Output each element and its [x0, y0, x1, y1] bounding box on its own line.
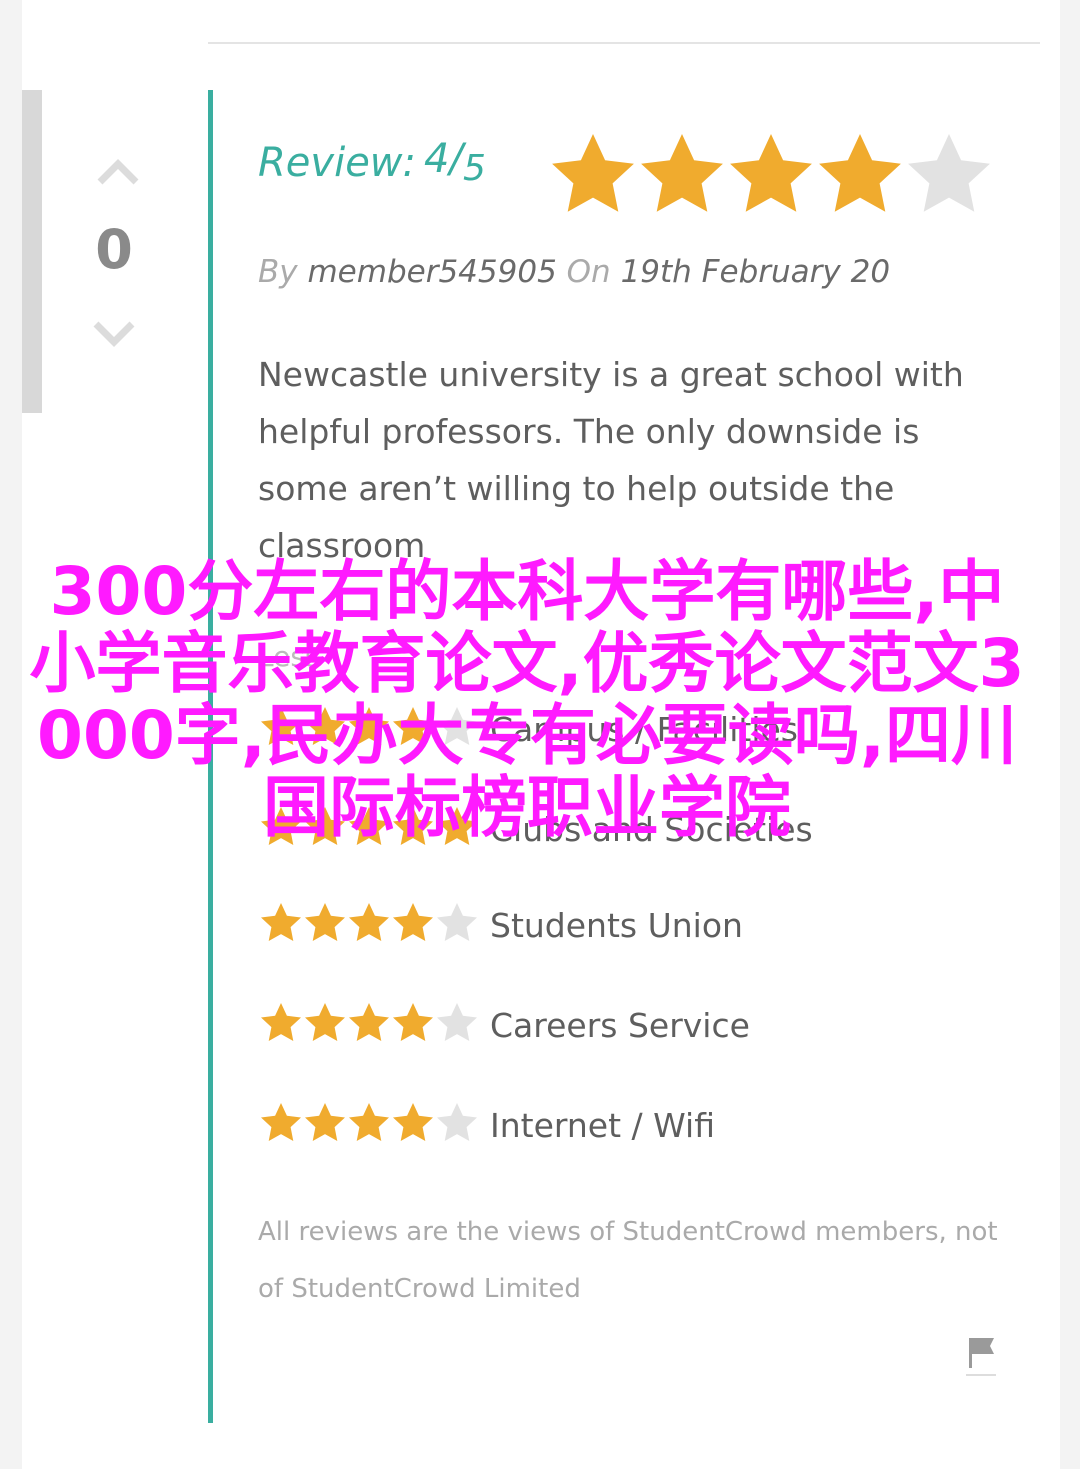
review-date: 19th February 20 — [620, 254, 891, 290]
review-label: Review: — [258, 140, 416, 186]
divider — [208, 42, 1040, 44]
star-empty-icon — [437, 1003, 477, 1041]
rating-row: Internet / Wifi — [258, 1102, 1018, 1146]
review-byline: By member545905 On 19th February 20 — [258, 254, 890, 290]
rating-stars — [261, 1003, 477, 1041]
vote-count: 0 — [95, 218, 133, 281]
star-filled-icon — [552, 134, 634, 212]
star-empty-icon — [908, 134, 990, 212]
star-filled-icon — [730, 134, 812, 212]
star-filled-icon — [641, 134, 723, 212]
star-filled-icon — [305, 903, 345, 941]
star-filled-icon — [393, 1003, 433, 1041]
rating-row: Students Union — [258, 902, 1018, 946]
overall-star-rating — [552, 134, 990, 212]
rating-row: Careers Service — [258, 1002, 1018, 1046]
star-filled-icon — [349, 1003, 389, 1041]
star-filled-icon — [819, 134, 901, 212]
chevron-up-icon[interactable] — [96, 150, 140, 190]
rating-stars — [261, 1103, 477, 1141]
rating-label: Students Union — [490, 906, 743, 945]
flag-icon[interactable] — [966, 1334, 996, 1378]
disclaimer: All reviews are the views of StudentCrow… — [258, 1217, 998, 1304]
star-filled-icon — [349, 903, 389, 941]
review-author[interactable]: member545905 — [307, 254, 556, 290]
rating-label: Internet / Wifi — [490, 1106, 715, 1145]
overlay-watermark-text: 300分左右的本科大学有哪些,中小学音乐教育论文,优秀论文范文3000字,民办大… — [29, 553, 1025, 846]
rating-stars — [261, 903, 477, 941]
chevron-down-icon[interactable] — [92, 316, 136, 356]
by-label: By — [258, 254, 298, 290]
star-empty-icon — [437, 903, 477, 941]
star-filled-icon — [349, 1103, 389, 1141]
review-body: Newcastle university is a great school w… — [258, 355, 964, 565]
star-filled-icon — [261, 903, 301, 941]
star-filled-icon — [393, 1103, 433, 1141]
on-label: On — [566, 254, 611, 290]
rating-label: Careers Service — [490, 1006, 750, 1045]
star-filled-icon — [261, 1103, 301, 1141]
review-score: 4/5 — [424, 136, 486, 189]
star-filled-icon — [305, 1003, 345, 1041]
review-score-max: 5 — [462, 148, 486, 189]
review-score-slash: / — [449, 136, 463, 182]
star-filled-icon — [393, 903, 433, 941]
star-empty-icon — [437, 1103, 477, 1141]
star-filled-icon — [305, 1103, 345, 1141]
star-filled-icon — [261, 1003, 301, 1041]
review-score-value: 4 — [424, 136, 450, 182]
vote-sidebar — [22, 90, 42, 413]
